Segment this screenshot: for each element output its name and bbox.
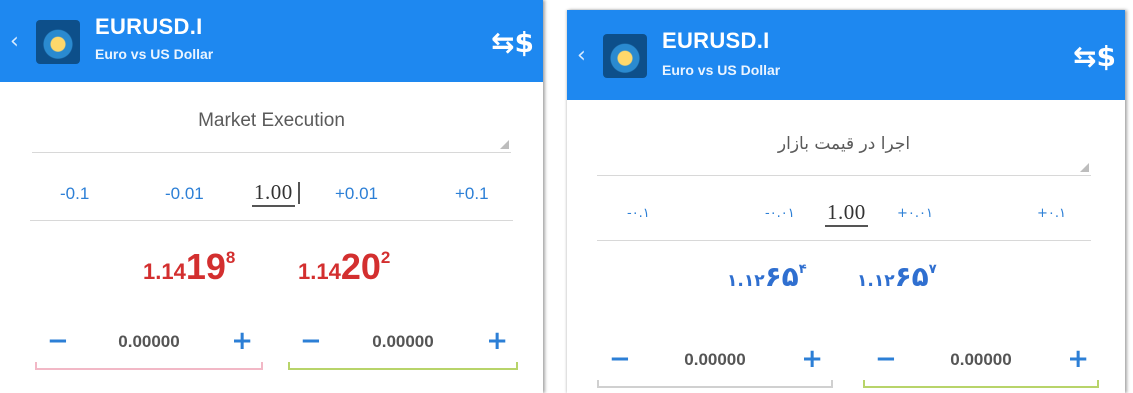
symbol-title: EURUSD.I (662, 28, 770, 53)
order-header: ‹ EURUSD.I Euro vs US Dollar ⇆$ (0, 0, 543, 82)
take-profit-plus-button[interactable]: + (486, 326, 508, 356)
symbol-description: Euro vs US Dollar (95, 46, 214, 62)
stop-loss-plus-button[interactable]: + (801, 344, 823, 374)
volume-plus-0.1-button[interactable]: +0.1 (455, 184, 489, 204)
bid-price: ۱.۱۲۶۵۴ (727, 260, 807, 293)
stop-loss-field[interactable]: − 0.00000 + (35, 320, 263, 370)
volume-plus-0.1-button[interactable]: +۰.۱ (1037, 206, 1066, 221)
symbol-logo-icon (36, 20, 80, 64)
order-panel-persian: ‹ EURUSD.I Euro vs US Dollar ⇆$ اجرا در … (567, 10, 1125, 393)
take-profit-field[interactable]: − 0.00000 + (863, 338, 1099, 388)
stop-loss-value[interactable]: 0.00000 (35, 332, 263, 352)
text-cursor (298, 182, 300, 204)
take-profit-plus-button[interactable]: + (1067, 344, 1089, 374)
volume-input[interactable]: 1.00 (252, 180, 295, 207)
execution-type-value: Market Execution (198, 110, 345, 131)
take-profit-value[interactable]: 0.00000 (288, 332, 518, 352)
order-header: ‹ EURUSD.I Euro vs US Dollar ⇆$ (567, 10, 1125, 100)
volume-minus-0.01-button[interactable]: -0.01 (165, 184, 204, 204)
symbol-logo-icon (603, 34, 647, 78)
back-chevron-icon[interactable]: ‹ (10, 30, 24, 54)
volume-plus-0.01-button[interactable]: +0.01 (335, 184, 378, 204)
dropdown-corner-icon (1080, 163, 1089, 172)
stop-loss-plus-button[interactable]: + (231, 326, 253, 356)
execution-type-value: اجرا در قیمت بازار (777, 134, 911, 154)
currency-exchange-icon[interactable]: ⇆$ (1073, 40, 1116, 74)
volume-row: -0.1 -0.01 1.00 +0.01 +0.1 (30, 172, 513, 221)
volume-minus-0.1-button[interactable]: -0.1 (60, 184, 89, 204)
stop-loss-field[interactable]: − 0.00000 + (597, 338, 833, 388)
symbol-title: EURUSD.I (95, 14, 203, 39)
stop-loss-value[interactable]: 0.00000 (597, 350, 833, 370)
volume-minus-0.1-button[interactable]: -۰.۱ (627, 206, 650, 221)
volume-plus-0.01-button[interactable]: +۰.۰۱ (897, 206, 933, 221)
ask-price: ۱.۱۲۶۵۷ (857, 260, 937, 293)
order-panel-english: ‹ EURUSD.I Euro vs US Dollar ⇆$ Market E… (0, 0, 543, 393)
volume-row: -۰.۱ -۰.۰۱ 1.00 +۰.۰۱ +۰.۱ (597, 190, 1091, 241)
currency-exchange-icon[interactable]: ⇆$ (491, 26, 534, 60)
execution-type-select[interactable]: اجرا در قیمت بازار (597, 120, 1091, 176)
back-chevron-icon[interactable]: ‹ (577, 44, 591, 68)
symbol-description: Euro vs US Dollar (662, 62, 781, 78)
volume-input[interactable]: 1.00 (825, 200, 868, 227)
take-profit-field[interactable]: − 0.00000 + (288, 320, 518, 370)
bid-price: 1.14198 (143, 246, 236, 287)
volume-minus-0.01-button[interactable]: -۰.۰۱ (765, 206, 795, 221)
ask-price: 1.14202 (298, 246, 391, 287)
execution-type-select[interactable]: Market Execution (32, 100, 511, 153)
dropdown-corner-icon (500, 140, 509, 149)
take-profit-value[interactable]: 0.00000 (863, 350, 1099, 370)
